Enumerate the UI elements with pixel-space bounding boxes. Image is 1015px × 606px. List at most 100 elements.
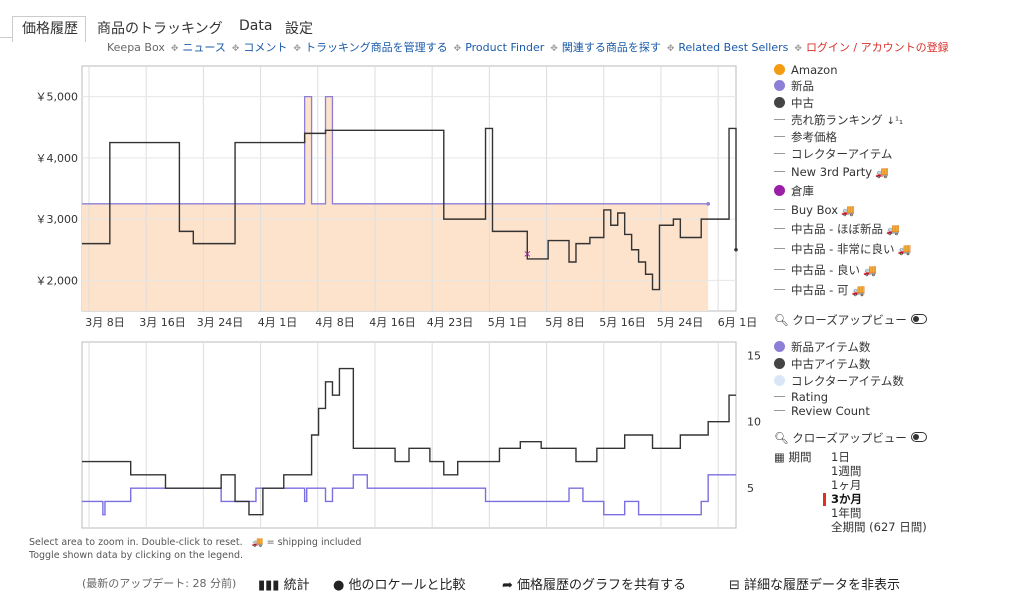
x-tick-label: 3月 8日 xyxy=(85,316,125,329)
compare-locale-button[interactable]: ● 他のロケールと比較 xyxy=(333,574,466,593)
legend-label: 参考価格 xyxy=(791,130,837,144)
x-tick-label: 6月 1日 xyxy=(718,316,758,329)
legend-line-icon xyxy=(774,410,785,411)
legend-label: 倉庫 xyxy=(791,184,814,198)
legend-item[interactable]: 参考価格 xyxy=(774,129,837,145)
legend-item[interactable]: 中古品 - 非常に良い 🚚 xyxy=(774,241,911,257)
truck-icon: 🚚 xyxy=(251,537,264,548)
legend-item[interactable]: New 3rd Party 🚚 xyxy=(774,164,889,180)
used-end-point xyxy=(734,247,738,252)
stats-button[interactable]: ▮▮▮ 統計 xyxy=(258,574,310,593)
legend-line-icon xyxy=(774,248,785,249)
share-arrow-icon: ➦ xyxy=(502,578,513,593)
range-option[interactable]: 全期間 (627 日間) xyxy=(831,519,927,535)
closeup-label: クローズアップビュー xyxy=(792,431,907,445)
sort-down-icon: ↓¹₁ xyxy=(886,116,904,127)
y-tick-label: 15 xyxy=(747,349,761,362)
legend-item[interactable]: 新品 xyxy=(774,78,814,94)
legend-item[interactable]: 新品アイテム数 xyxy=(774,339,870,355)
closeup-label: クローズアップビュー xyxy=(792,313,907,327)
truck-icon: 🚚 xyxy=(841,204,855,217)
offer-count-chart[interactable]: 15 10 5 xyxy=(81,341,761,529)
magnifier-icon: 🔍︎ xyxy=(774,431,789,445)
legend-item[interactable]: 中古品 - 良い 🚚 xyxy=(774,262,877,278)
toggle-switch-icon[interactable] xyxy=(910,432,927,442)
legend-line-icon xyxy=(774,228,785,229)
legend-item[interactable]: コレクターアイテム xyxy=(774,146,892,162)
x-tick-label: 5月 1日 xyxy=(488,316,528,329)
stats-label: 統計 xyxy=(283,578,310,593)
bar-chart-icon: ▮▮▮ xyxy=(258,578,280,593)
legend-dot-icon xyxy=(774,375,785,386)
x-tick-label: 4月 8日 xyxy=(315,316,355,329)
x-tick-label: 5月 24日 xyxy=(657,316,704,329)
toggle-switch-icon[interactable] xyxy=(910,314,927,324)
legend-label: 新品アイテム数 xyxy=(791,340,871,354)
legend-item[interactable]: 中古品 - 可 🚚 xyxy=(774,282,865,298)
share-label: 価格履歴のグラフを共有する xyxy=(517,578,687,593)
help-shipping-text: = shipping included xyxy=(266,537,362,548)
charts-svg[interactable]: ￥5,000 ￥4,000 ￥3,000 ￥2,000 3月 8日 3月 16日 3月 24… xyxy=(0,0,1015,560)
legend-dot-icon xyxy=(774,341,785,352)
share-graph-button[interactable]: ➦ 価格履歴のグラフを共有する xyxy=(502,574,686,593)
legend-line-icon xyxy=(774,269,785,270)
legend-label: New 3rd Party xyxy=(791,165,873,179)
calendar-icon: ▦ xyxy=(774,450,785,464)
legend-line-icon xyxy=(774,396,785,397)
warehouse-marker: × xyxy=(523,249,531,260)
legend-label: Buy Box xyxy=(791,203,839,217)
legend-item[interactable]: コレクターアイテム数 xyxy=(774,373,904,389)
closeup-toggle-price[interactable]: 🔍︎ クローズアップビュー xyxy=(774,312,927,328)
legend-label: 新品 xyxy=(791,79,814,93)
truck-icon: 🚚 xyxy=(885,223,900,236)
last-update: (最新のアップデート: 28 分前) xyxy=(82,577,237,590)
range-label-text: 期間 xyxy=(788,450,812,464)
legend-label: 中古アイテム数 xyxy=(791,357,871,371)
hide-label: 詳細な履歴データを非表示 xyxy=(744,578,901,593)
magnifier-icon: 🔍︎ xyxy=(774,313,789,327)
legend-item[interactable]: 倉庫 xyxy=(774,183,814,199)
legend-item[interactable]: 中古品 - ほぼ新品 🚚 xyxy=(774,221,900,237)
legend-label: 中古品 - 良い xyxy=(791,263,860,277)
legend-label: Amazon xyxy=(791,63,838,77)
legend-label: コレクターアイテム数 xyxy=(791,374,904,388)
legend-line-icon xyxy=(774,153,785,154)
truck-icon: 🚚 xyxy=(897,243,912,256)
legend-line-icon xyxy=(774,136,785,137)
hide-history-button[interactable]: ⊟ 詳細な履歴データを非表示 xyxy=(729,574,900,593)
price-chart[interactable]: ￥5,000 ￥4,000 ￥3,000 ￥2,000 3月 8日 3月 16日 3月 24… xyxy=(36,65,758,329)
legend-line-icon xyxy=(774,119,785,120)
help-line-1: Select area to zoom in. Double-click to … xyxy=(29,537,361,548)
legend-item[interactable]: 中古アイテム数 xyxy=(774,356,870,372)
y-tick-label: ￥4,000 xyxy=(36,152,79,165)
legend-line-icon xyxy=(774,171,785,172)
minus-box-icon: ⊟ xyxy=(729,578,740,593)
truck-icon: 🚚 xyxy=(862,264,877,277)
x-tick-label: 4月 16日 xyxy=(369,316,416,329)
x-tick-label: 3月 24日 xyxy=(197,316,244,329)
legend-label: 売れ筋ランキング xyxy=(791,113,883,127)
legend-label: 中古品 - 可 xyxy=(791,283,849,297)
range-label: ▦ 期間 xyxy=(774,449,812,465)
legend-item[interactable]: 中古 xyxy=(774,95,814,111)
legend-line-icon xyxy=(774,209,785,210)
legend-item[interactable]: Amazon xyxy=(774,62,837,78)
legend-dot-icon xyxy=(774,64,785,75)
legend-dot-icon xyxy=(774,97,785,108)
truck-icon: 🚚 xyxy=(851,284,866,297)
legend-label: コレクターアイテム xyxy=(791,147,893,161)
x-tick-label: 4月 1日 xyxy=(258,316,298,329)
y-tick-label: ￥3,000 xyxy=(36,213,79,226)
legend-dot-icon xyxy=(774,185,785,196)
legend-item[interactable]: Buy Box 🚚 xyxy=(774,202,855,218)
x-tick-label: 5月 16日 xyxy=(599,316,646,329)
closeup-toggle-count[interactable]: 🔍︎ クローズアップビュー xyxy=(774,430,927,446)
truck-icon: 🚚 xyxy=(875,166,889,179)
help-line-2: Toggle shown data by clicking on the leg… xyxy=(29,550,244,561)
y-tick-label: 5 xyxy=(747,482,754,495)
legend-item[interactable]: 売れ筋ランキング ↓¹₁ xyxy=(774,112,903,128)
legend-item[interactable]: Review Count xyxy=(774,403,870,419)
legend-label: 中古 xyxy=(791,96,814,110)
range-selected-marker xyxy=(823,493,826,506)
legend-line-icon xyxy=(774,289,785,290)
